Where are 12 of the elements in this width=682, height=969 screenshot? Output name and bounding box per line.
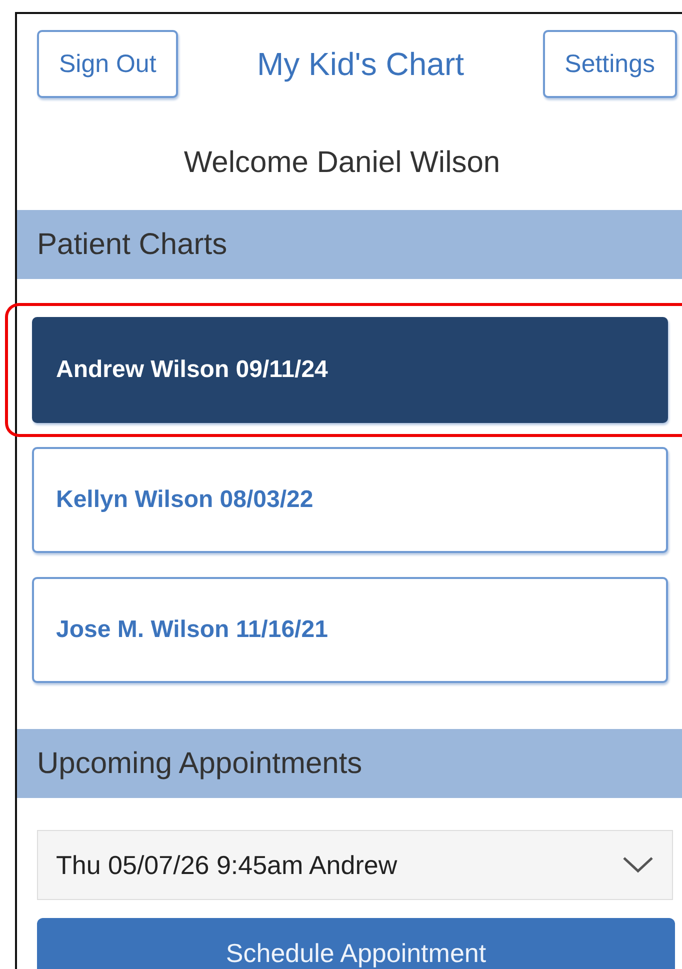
patient-chart-item[interactable]: Kellyn Wilson 08/03/22	[32, 447, 668, 553]
section-header: Upcoming Appointments	[17, 729, 682, 798]
schedule-appointment-button[interactable]: Schedule Appointment	[37, 918, 675, 969]
sign-out-button[interactable]: Sign Out	[37, 30, 178, 98]
patient-chart-item[interactable]: Jose M. Wilson 11/16/21	[32, 577, 668, 683]
appointment-dropdown[interactable]: Thu 05/07/26 9:45am Andrew	[37, 830, 673, 900]
section-header: Patient Charts	[17, 210, 682, 279]
settings-button[interactable]: Settings	[542, 30, 677, 98]
welcome-text: Welcome Daniel Wilson	[182, 146, 502, 180]
chevron-down-icon	[622, 856, 654, 874]
app-title: My Kid's Chart	[256, 46, 464, 82]
patient-chart-item[interactable]: Andrew Wilson 09/11/24	[32, 317, 668, 423]
